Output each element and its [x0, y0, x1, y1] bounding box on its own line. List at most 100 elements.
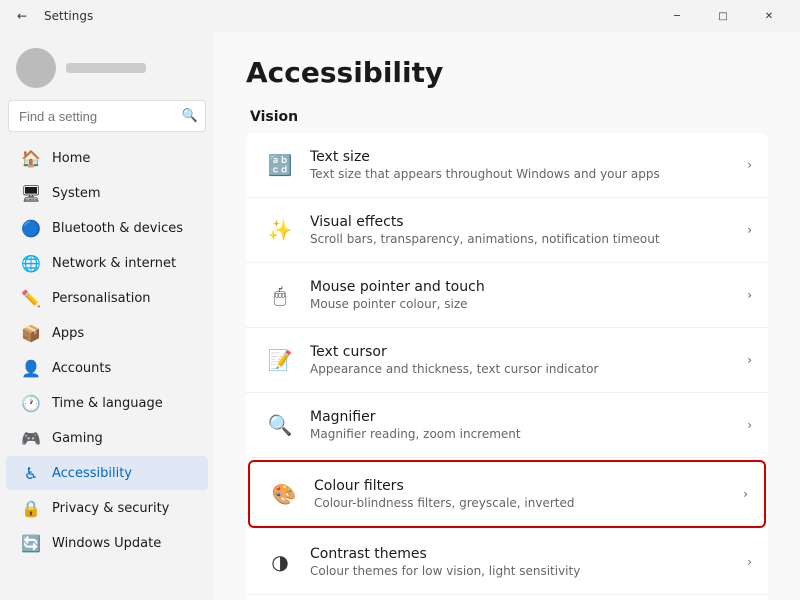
sidebar-item-system[interactable]: 🖥 System [6, 176, 208, 210]
profile-info [66, 63, 146, 73]
colour-filters-icon: 🎨 [266, 476, 302, 512]
sidebar: 🔍 🏠 Home 🖥 System 🔵 Bluetooth & devices … [0, 32, 214, 600]
sidebar-item-accounts[interactable]: 👤 Accounts [6, 351, 208, 385]
mouse-pointer-icon: 🖱 [262, 277, 298, 313]
sidebar-profile [0, 40, 214, 100]
sidebar-item-label-network: Network & internet [52, 256, 176, 271]
titlebar-left: ← Settings [8, 2, 93, 30]
magnifier-icon: 🔍 [262, 407, 298, 443]
visual-effects-label: Visual effects [310, 214, 747, 230]
sidebar-item-label-home: Home [52, 151, 90, 166]
colour-filters-text: Colour filters Colour-blindness filters,… [314, 478, 743, 510]
accessibility-icon: ♿ [22, 464, 40, 482]
visual-effects-desc: Scroll bars, transparency, animations, n… [310, 232, 747, 246]
settings-item-colour-filters[interactable]: 🎨 Colour filters Colour-blindness filter… [248, 460, 766, 528]
settings-item-mouse-pointer[interactable]: 🖱 Mouse pointer and touch Mouse pointer … [246, 263, 768, 328]
sidebar-item-bluetooth[interactable]: 🔵 Bluetooth & devices [6, 211, 208, 245]
minimize-button[interactable]: ─ [654, 0, 700, 32]
magnifier-label: Magnifier [310, 409, 747, 425]
accounts-icon: 👤 [22, 359, 40, 377]
bluetooth-icon: 🔵 [22, 219, 40, 237]
text-size-text: Text size Text size that appears through… [310, 149, 747, 181]
text-cursor-text: Text cursor Appearance and thickness, te… [310, 344, 747, 376]
magnifier-desc: Magnifier reading, zoom increment [310, 427, 747, 441]
sidebar-item-privacy[interactable]: 🔒 Privacy & security [6, 491, 208, 525]
avatar [16, 48, 56, 88]
sidebar-item-windows-update[interactable]: 🔄 Windows Update [6, 526, 208, 560]
sidebar-item-label-personalisation: Personalisation [52, 291, 151, 306]
visual-effects-text: Visual effects Scroll bars, transparency… [310, 214, 747, 246]
page-title: Accessibility [246, 56, 768, 89]
mouse-pointer-chevron: › [747, 288, 752, 302]
text-size-label: Text size [310, 149, 747, 165]
text-size-chevron: › [747, 158, 752, 172]
colour-filters-label: Colour filters [314, 478, 743, 494]
app-body: 🔍 🏠 Home 🖥 System 🔵 Bluetooth & devices … [0, 32, 800, 600]
network-icon: 🌐 [22, 254, 40, 272]
maximize-button[interactable]: □ [700, 0, 746, 32]
close-button[interactable]: ✕ [746, 0, 792, 32]
mouse-pointer-label: Mouse pointer and touch [310, 279, 747, 295]
settings-item-text-size[interactable]: 🔡 Text size Text size that appears throu… [246, 133, 768, 198]
titlebar-title: Settings [44, 9, 93, 23]
sidebar-item-label-time: Time & language [52, 396, 163, 411]
sidebar-item-label-privacy: Privacy & security [52, 501, 169, 516]
text-cursor-chevron: › [747, 353, 752, 367]
gaming-icon: 🎮 [22, 429, 40, 447]
contrast-themes-text: Contrast themes Colour themes for low vi… [310, 546, 747, 578]
colour-filters-desc: Colour-blindness filters, greyscale, inv… [314, 496, 743, 510]
magnifier-chevron: › [747, 418, 752, 432]
sidebar-item-apps[interactable]: 📦 Apps [6, 316, 208, 350]
windows-update-icon: 🔄 [22, 534, 40, 552]
mouse-pointer-text: Mouse pointer and touch Mouse pointer co… [310, 279, 747, 311]
text-cursor-label: Text cursor [310, 344, 747, 360]
sidebar-item-home[interactable]: 🏠 Home [6, 141, 208, 175]
window-controls: ─ □ ✕ [654, 0, 792, 32]
sidebar-item-gaming[interactable]: 🎮 Gaming [6, 421, 208, 455]
sidebar-search-container: 🔍 [8, 100, 206, 132]
search-input[interactable] [8, 100, 206, 132]
visual-effects-chevron: › [747, 223, 752, 237]
sidebar-item-label-system: System [52, 186, 100, 201]
time-icon: 🕐 [22, 394, 40, 412]
magnifier-text: Magnifier Magnifier reading, zoom increm… [310, 409, 747, 441]
home-icon: 🏠 [22, 149, 40, 167]
privacy-icon: 🔒 [22, 499, 40, 517]
sidebar-item-label-gaming: Gaming [52, 431, 103, 446]
contrast-themes-label: Contrast themes [310, 546, 747, 562]
sidebar-item-network[interactable]: 🌐 Network & internet [6, 246, 208, 280]
search-icon: 🔍 [182, 109, 198, 124]
text-cursor-desc: Appearance and thickness, text cursor in… [310, 362, 747, 376]
sidebar-item-label-apps: Apps [52, 326, 84, 341]
sidebar-item-accessibility[interactable]: ♿ Accessibility [6, 456, 208, 490]
sections-container: Vision 🔡 Text size Text size that appear… [246, 109, 768, 600]
text-size-desc: Text size that appears throughout Window… [310, 167, 747, 181]
titlebar: ← Settings ─ □ ✕ [0, 0, 800, 32]
settings-item-visual-effects[interactable]: ✨ Visual effects Scroll bars, transparen… [246, 198, 768, 263]
settings-item-text-cursor[interactable]: 📝 Text cursor Appearance and thickness, … [246, 328, 768, 393]
visual-effects-icon: ✨ [262, 212, 298, 248]
sidebar-item-time[interactable]: 🕐 Time & language [6, 386, 208, 420]
settings-item-narrator[interactable]: 🔊 Narrator Voice, verbosity, keyboard, b… [246, 595, 768, 600]
text-size-icon: 🔡 [262, 147, 298, 183]
contrast-themes-chevron: › [747, 555, 752, 569]
text-cursor-icon: 📝 [262, 342, 298, 378]
profile-name-placeholder [66, 63, 146, 73]
settings-item-contrast-themes[interactable]: ◑ Contrast themes Colour themes for low … [246, 530, 768, 595]
settings-item-magnifier[interactable]: 🔍 Magnifier Magnifier reading, zoom incr… [246, 393, 768, 458]
contrast-themes-desc: Colour themes for low vision, light sens… [310, 564, 747, 578]
sidebar-item-label-accounts: Accounts [52, 361, 111, 376]
nav-container: 🏠 Home 🖥 System 🔵 Bluetooth & devices 🌐 … [0, 140, 214, 561]
contrast-themes-icon: ◑ [262, 544, 298, 580]
personalisation-icon: ✏️ [22, 289, 40, 307]
apps-icon: 📦 [22, 324, 40, 342]
section-title-vision: Vision [246, 109, 768, 125]
main-content: Accessibility Vision 🔡 Text size Text si… [214, 32, 800, 600]
back-button[interactable]: ← [8, 2, 36, 30]
sidebar-item-personalisation[interactable]: ✏️ Personalisation [6, 281, 208, 315]
sidebar-item-label-bluetooth: Bluetooth & devices [52, 221, 183, 236]
mouse-pointer-desc: Mouse pointer colour, size [310, 297, 747, 311]
sidebar-item-label-accessibility: Accessibility [52, 466, 132, 481]
sidebar-item-label-windows-update: Windows Update [52, 536, 161, 551]
settings-group-vision: 🔡 Text size Text size that appears throu… [246, 133, 768, 600]
